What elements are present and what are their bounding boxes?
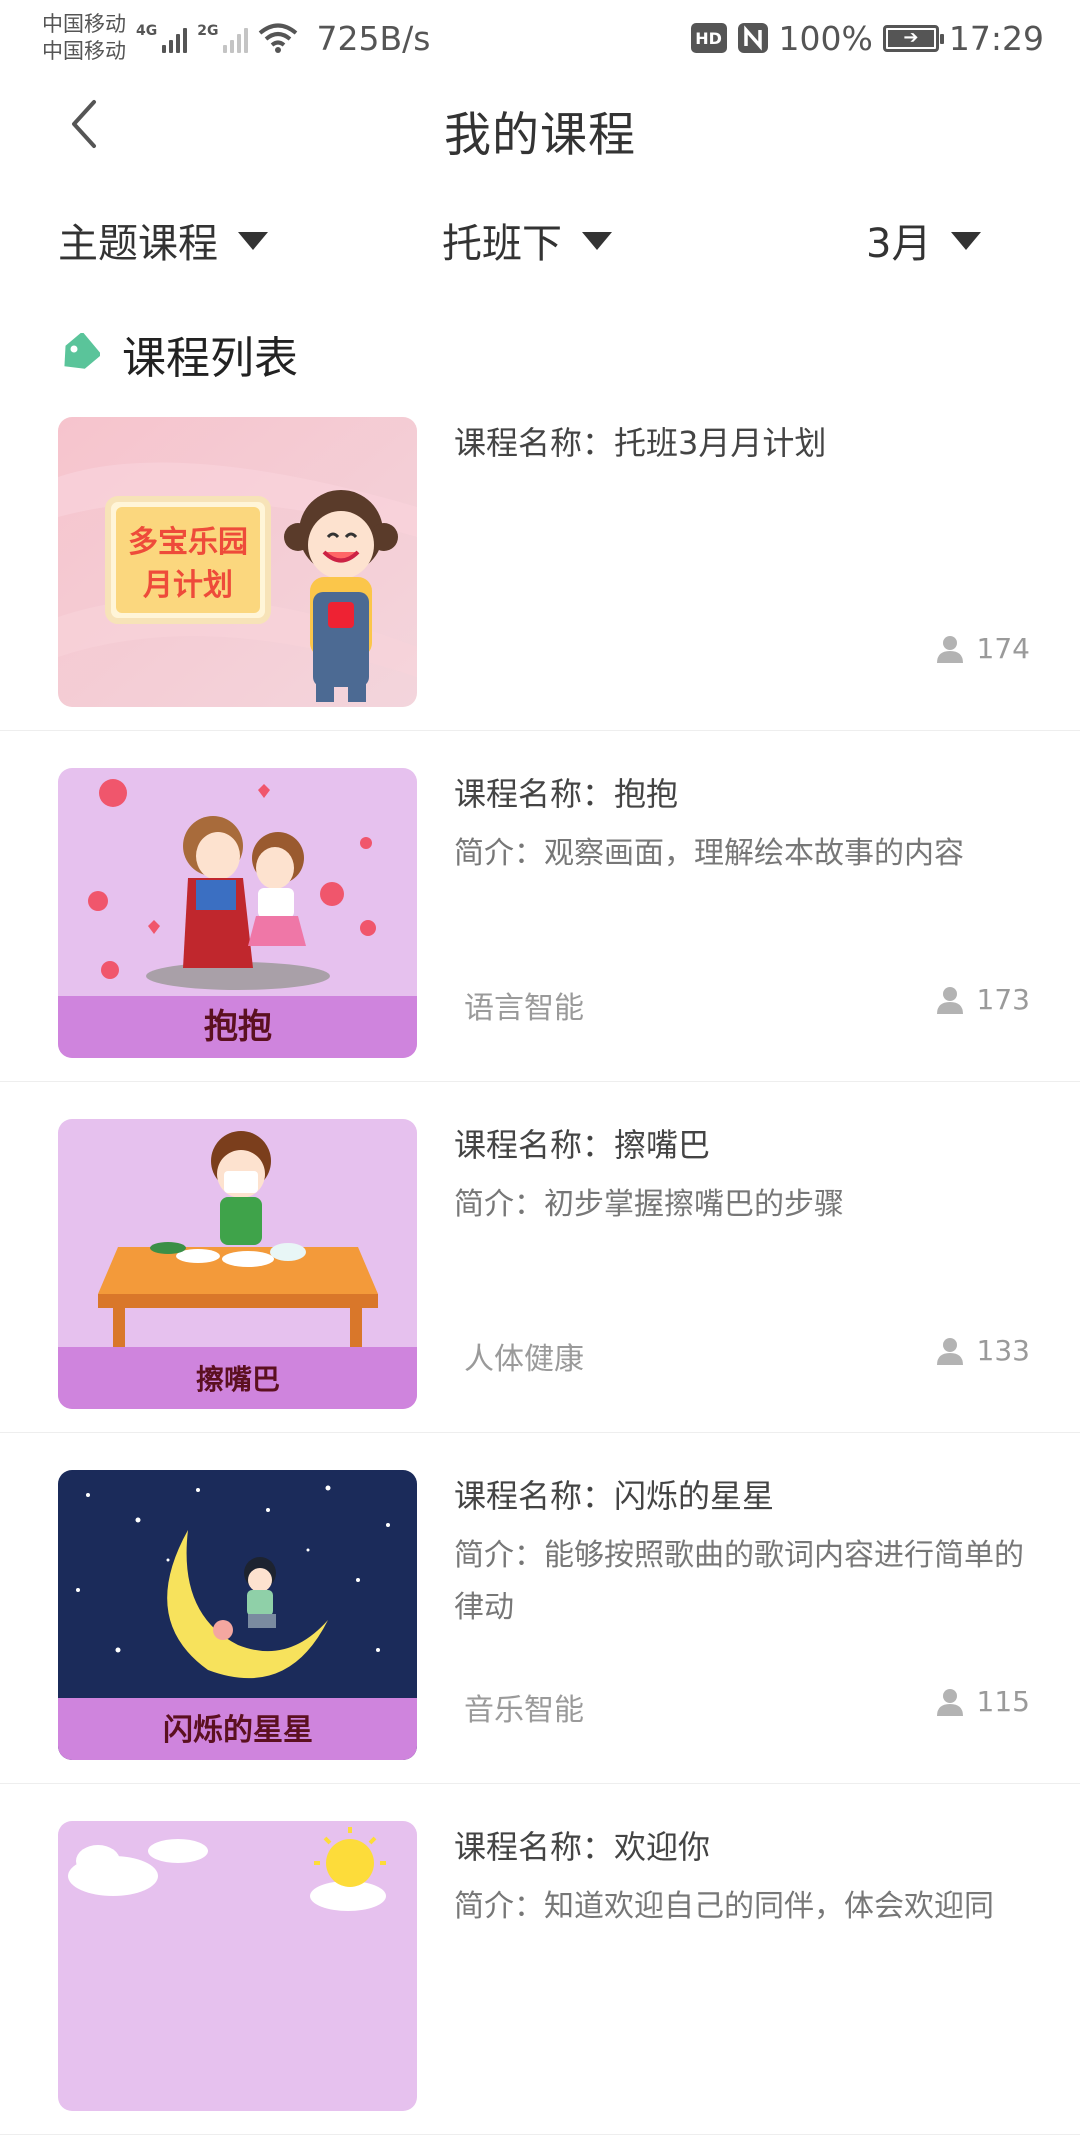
- filter-label: 托班下: [442, 221, 562, 267]
- carrier-1: 中国移动: [42, 12, 126, 36]
- user-icon: [936, 986, 963, 1014]
- section-title: 课程列表: [122, 333, 298, 384]
- filter-class-level[interactable]: 托班下: [442, 200, 612, 280]
- view-count: 174: [935, 632, 1030, 665]
- caret-down-icon: [951, 232, 982, 250]
- signal-icon-2: 2G: [197, 23, 249, 53]
- nav-bar: 我的课程: [0, 76, 1080, 172]
- nfc-icon: [737, 23, 768, 53]
- page-title: 我的课程: [444, 108, 636, 163]
- carrier-2: 中国移动: [42, 39, 126, 63]
- course-thumbnail: [58, 1821, 417, 2111]
- user-icon: [936, 635, 963, 663]
- caret-down-icon: [582, 232, 612, 250]
- wifi-icon: [259, 23, 298, 53]
- thumb-text-line2: 月计划: [143, 568, 233, 603]
- status-right: HD 100% ➔ 17:29: [690, 18, 1044, 58]
- battery-charging-icon: ➔: [882, 24, 944, 52]
- clock: 17:29: [948, 18, 1044, 58]
- view-count: 133: [935, 1334, 1030, 1367]
- course-item[interactable]: 擦嘴巴 课程名称：擦嘴巴 简介：初步掌握擦嘴巴的步骤 人体健康 133: [0, 1082, 1080, 1433]
- course-name: 课程名称：欢迎你: [454, 1828, 711, 1866]
- course-description: 简介：观察画面，理解绘本故事的内容: [454, 836, 964, 871]
- filter-label: 主题课程: [58, 221, 218, 267]
- user-icon: [936, 1337, 963, 1365]
- course-item[interactable]: 闪烁的星星 课程名称：闪烁的星星 简介：能够按照歌曲的歌词内容进行简单的律动 音…: [0, 1433, 1080, 1784]
- carrier-labels: 中国移动 中国移动: [42, 11, 126, 65]
- filter-label: 3月: [866, 221, 932, 267]
- thumb-text-line1: 多宝乐园: [128, 525, 248, 560]
- course-category: 人体健康: [464, 1342, 584, 1377]
- status-bar: 中国移动 中国移动 4G 2G 725B/s HD 100% ➔ 17:29: [0, 0, 1080, 76]
- filter-month[interactable]: 3月: [866, 200, 982, 280]
- course-name: 课程名称：托班3月月计划: [454, 424, 827, 462]
- thumb-title: 抱抱: [204, 1007, 272, 1047]
- course-name: 课程名称：擦嘴巴: [454, 1126, 711, 1164]
- user-icon: [936, 1688, 963, 1716]
- network-speed: 725B/s: [316, 18, 431, 58]
- view-count-value: 174: [976, 632, 1030, 665]
- thumb-title: 擦嘴巴: [196, 1363, 280, 1396]
- view-count: 173: [935, 983, 1030, 1016]
- thumb-title: 闪烁的星星: [163, 1713, 313, 1748]
- course-item[interactable]: 多宝乐园 月计划 课程名称：托班3月月计划 174: [0, 380, 1080, 731]
- signal-icon: 4G: [136, 23, 188, 53]
- hd-icon: HD: [690, 23, 727, 53]
- course-item[interactable]: 抱抱 课程名称：抱抱 简介：观察画面，理解绘本故事的内容 语言智能 173: [0, 731, 1080, 1082]
- tag-icon: [64, 333, 100, 369]
- view-count-value: 133: [976, 1334, 1030, 1367]
- course-thumbnail: 抱抱: [58, 768, 417, 1058]
- course-thumbnail: 擦嘴巴: [58, 1119, 417, 1409]
- course-thumbnail: 多宝乐园 月计划: [58, 417, 417, 707]
- battery-percent: 100%: [778, 18, 873, 58]
- status-left: 中国移动 中国移动 4G 2G 725B/s: [42, 11, 430, 65]
- course-description: 简介：初步掌握擦嘴巴的步骤: [454, 1187, 844, 1222]
- view-count-value: 173: [976, 983, 1030, 1016]
- course-thumbnail: 闪烁的星星: [58, 1470, 417, 1760]
- caret-down-icon: [238, 232, 268, 250]
- course-name: 课程名称：抱抱: [454, 775, 679, 813]
- network-type-1: 4G: [136, 23, 158, 39]
- course-item[interactable]: 课程名称：欢迎你 简介：知道欢迎自己的同伴，体会欢迎同: [0, 1784, 1080, 2135]
- filter-bar: 主题课程 托班下 3月: [0, 200, 1080, 280]
- course-description: 简介：知道欢迎自己的同伴，体会欢迎同: [454, 1889, 994, 1924]
- course-list: 多宝乐园 月计划 课程名称：托班3月月计划 174 抱抱 课程名称：抱抱 简介：…: [0, 380, 1080, 2135]
- section-header: 课程列表: [58, 322, 298, 386]
- view-count: 115: [935, 1685, 1030, 1718]
- filter-course-type[interactable]: 主题课程: [58, 200, 268, 280]
- course-category: 语言智能: [464, 991, 584, 1026]
- view-count-value: 115: [976, 1685, 1030, 1718]
- course-description: 简介：能够按照歌曲的歌词内容进行简单的律动: [454, 1538, 1024, 1625]
- network-type-2: 2G: [197, 23, 219, 39]
- course-name: 课程名称：闪烁的星星: [454, 1477, 775, 1515]
- course-category: 音乐智能: [464, 1693, 584, 1728]
